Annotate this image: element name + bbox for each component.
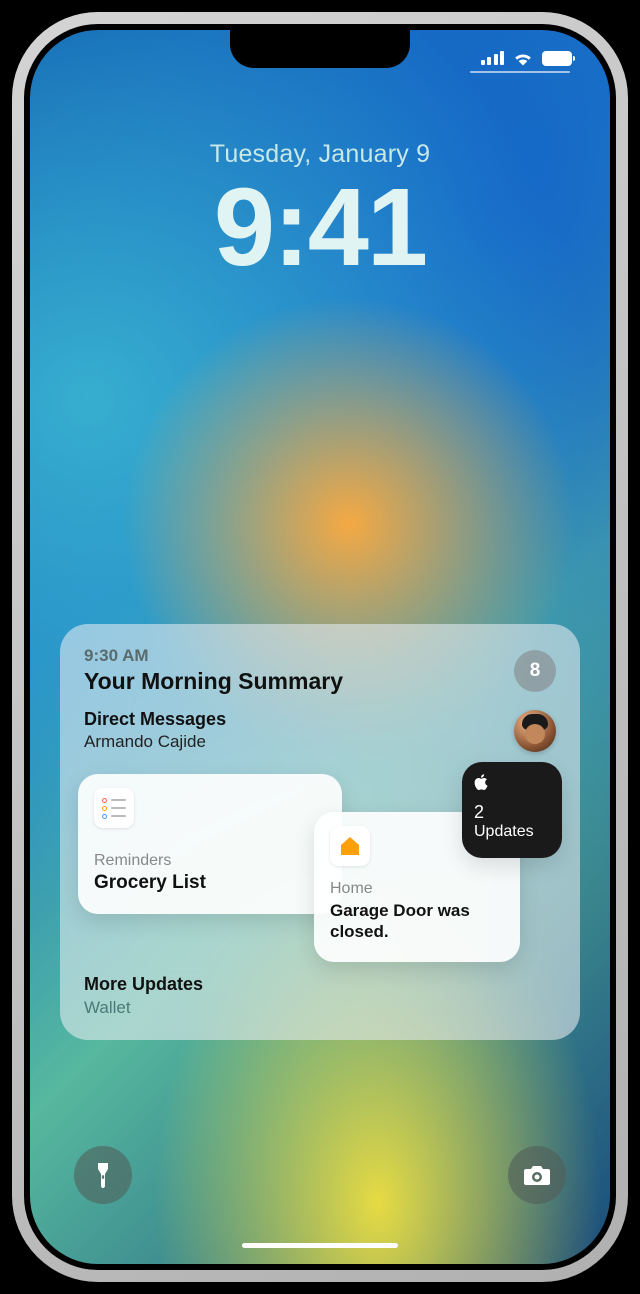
summary-header: 9:30 AM Your Morning Summary 8	[60, 646, 580, 695]
reminders-content: Grocery List	[94, 872, 326, 894]
reminders-tile[interactable]: Reminders Grocery List	[78, 774, 342, 914]
avatar	[514, 710, 556, 752]
home-app-label: Home	[330, 880, 504, 898]
lock-screen[interactable]: Tuesday, January 9 9:41 9:30 AM Your Mor…	[30, 30, 610, 1264]
apple-icon	[474, 774, 550, 794]
home-icon	[330, 826, 370, 866]
wifi-icon	[512, 50, 534, 66]
camera-button[interactable]	[508, 1146, 566, 1204]
notch	[230, 30, 410, 68]
more-updates-row[interactable]: More Updates Wallet	[60, 970, 580, 1040]
cellular-icon	[481, 51, 505, 65]
home-content: Garage Door was closed.	[330, 900, 504, 943]
dm-heading: Direct Messages	[84, 709, 514, 730]
updates-count: 2	[474, 802, 550, 823]
more-updates-app: Wallet	[84, 998, 556, 1018]
flashlight-icon	[93, 1161, 113, 1189]
reminders-app-label: Reminders	[94, 852, 326, 870]
lock-date: Tuesday, January 9	[30, 140, 610, 169]
summary-title: Your Morning Summary	[84, 668, 514, 695]
updates-label: Updates	[474, 823, 550, 841]
status-underline	[470, 71, 570, 73]
lock-quick-actions	[30, 1146, 610, 1204]
dm-sender: Armando Cajide	[84, 732, 514, 752]
lock-clock-area: Tuesday, January 9 9:41	[30, 140, 610, 283]
summary-count-badge: 8	[514, 650, 556, 692]
lock-time: 9:41	[30, 173, 610, 283]
flashlight-button[interactable]	[74, 1146, 132, 1204]
summary-timestamp: 9:30 AM	[84, 646, 514, 666]
phone-bezel: Tuesday, January 9 9:41 9:30 AM Your Mor…	[24, 24, 616, 1270]
home-indicator[interactable]	[242, 1243, 398, 1248]
status-bar	[481, 50, 573, 66]
direct-messages-row[interactable]: Direct Messages Armando Cajide	[60, 695, 580, 770]
battery-icon	[542, 51, 572, 66]
updates-tile[interactable]: 2 Updates	[462, 762, 562, 858]
camera-icon	[522, 1163, 552, 1187]
summary-tiles: Reminders Grocery List Home Garage Door …	[84, 770, 556, 970]
reminders-icon	[94, 788, 134, 828]
more-updates-heading: More Updates	[84, 974, 556, 995]
morning-summary-card[interactable]: 9:30 AM Your Morning Summary 8 Direct Me…	[60, 624, 580, 1040]
phone-frame: Tuesday, January 9 9:41 9:30 AM Your Mor…	[12, 12, 628, 1282]
